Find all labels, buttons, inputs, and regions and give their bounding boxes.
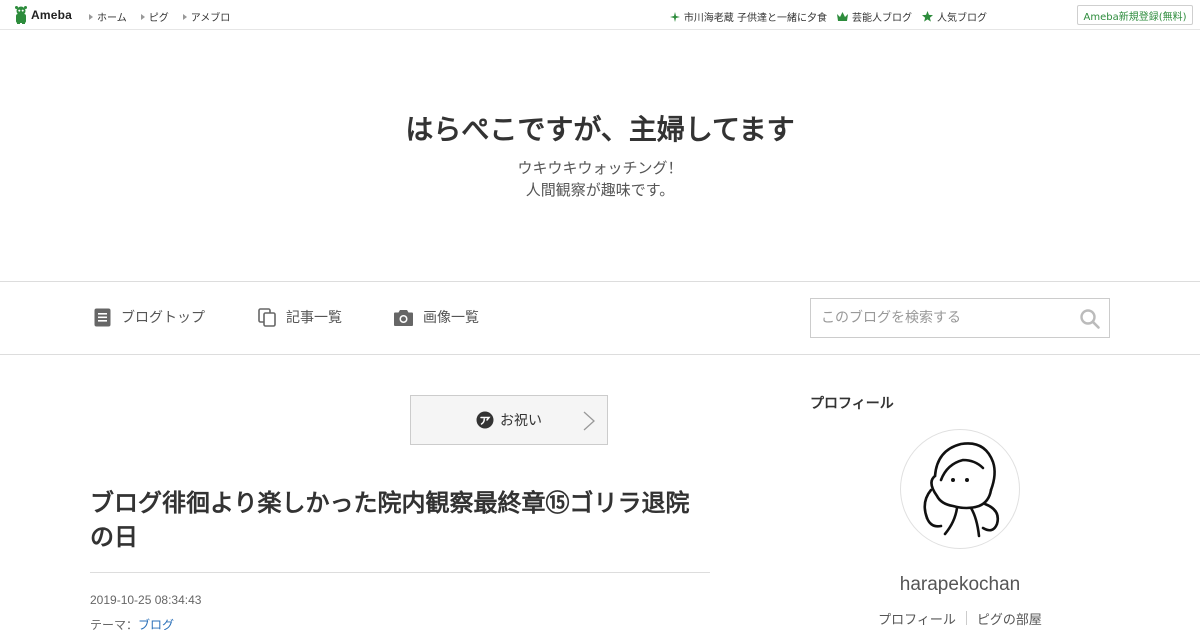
crown-icon [837,12,848,21]
blog-description: ウキウキウォッチング！ 人間観察が趣味です。 [0,157,1200,201]
avatar[interactable] [900,429,1020,549]
article-theme-prefix: テーマ： [90,618,139,630]
global-nav-label: ピグ [148,13,169,24]
featured-link-popular[interactable]: 人気ブログ [922,9,987,24]
copy-icon [258,307,276,327]
sparkle-icon [669,11,680,22]
featured-link-news[interactable]: 市川海老蔵 子供達と一緒に夕食 [669,9,827,24]
ameba-mascot-icon [15,6,27,24]
global-nav-label: ホーム [97,13,127,24]
blog-search [810,298,1110,338]
global-nav-ameblo[interactable]: アメブロ [182,9,231,24]
featured-link-label: 芸能人ブログ [852,13,912,24]
nav-image-list[interactable]: 画像一覧 [394,307,479,327]
profile-links: プロフィール ピグの部屋 [810,609,1110,628]
logo-text: Ameba [31,8,73,22]
chevron-right-icon [583,411,595,431]
article-date: 2019-10-25 08:34:43 [90,593,202,607]
camera-icon [394,309,413,326]
pigg-room-link[interactable]: ピグの部屋 [977,609,1042,628]
title-divider [90,572,710,573]
triangle-right-icon [182,13,187,20]
global-nav-home[interactable]: ホーム [89,9,127,24]
profile-heading: プロフィール [810,396,894,412]
star-icon [922,11,933,22]
nav-article-list[interactable]: 記事一覧 [258,307,342,327]
global-nav: ホーム ピグ アメブロ [89,9,244,24]
register-button[interactable]: Ameba新規登録(無料) [1077,5,1193,25]
top-bar: Ameba ホーム ピグ アメブロ 市川海老蔵 子供達と一緒に夕食 芸能人ブログ… [0,0,1200,30]
triangle-right-icon [140,13,145,20]
profile-link[interactable]: プロフィール [878,609,956,628]
featured-link-celebrity[interactable]: 芸能人ブログ [837,9,912,24]
avatar-drawing [923,442,1000,538]
featured-link-label: 人気ブログ [937,13,987,24]
blog-description-line: 人間観察が趣味です。 [525,181,675,199]
article-theme-link[interactable]: ブログ [138,618,174,630]
article-title[interactable]: ブログ徘徊より楽しかった院内観察最終章⑮ゴリラ退院の日 [90,486,710,554]
theme-icon [476,411,494,429]
article-theme: テーマ：ブログ [90,616,174,630]
theme-nav-button[interactable]: お祝い [410,395,608,445]
global-nav-pigg[interactable]: ピグ [140,9,169,24]
nav-label: 記事一覧 [286,310,342,326]
theme-label: お祝い [500,413,542,429]
nav-label: 画像一覧 [423,310,479,326]
global-nav-label: アメブロ [190,13,231,24]
search-icon[interactable] [1079,308,1101,330]
featured-links: 市川海老蔵 子供達と一緒に夕食 芸能人ブログ 人気ブログ [660,9,987,24]
nav-label: ブログトップ [121,310,205,326]
document-icon [94,308,111,326]
blog-nav: ブログトップ 記事一覧 画像一覧 [0,281,1200,355]
featured-link-label: 市川海老蔵 子供達と一緒に夕食 [683,13,827,24]
search-input[interactable] [811,299,1071,337]
blog-description-line: ウキウキウォッチング！ [517,159,683,177]
nav-blog-top[interactable]: ブログトップ [94,307,205,327]
triangle-right-icon [89,13,93,20]
profile-username[interactable]: harapekochan [810,574,1110,596]
ameba-logo[interactable]: Ameba [14,6,72,24]
blog-title[interactable]: はらぺこですが、主婦してます [0,108,1200,148]
profile-links-separator [965,611,967,625]
